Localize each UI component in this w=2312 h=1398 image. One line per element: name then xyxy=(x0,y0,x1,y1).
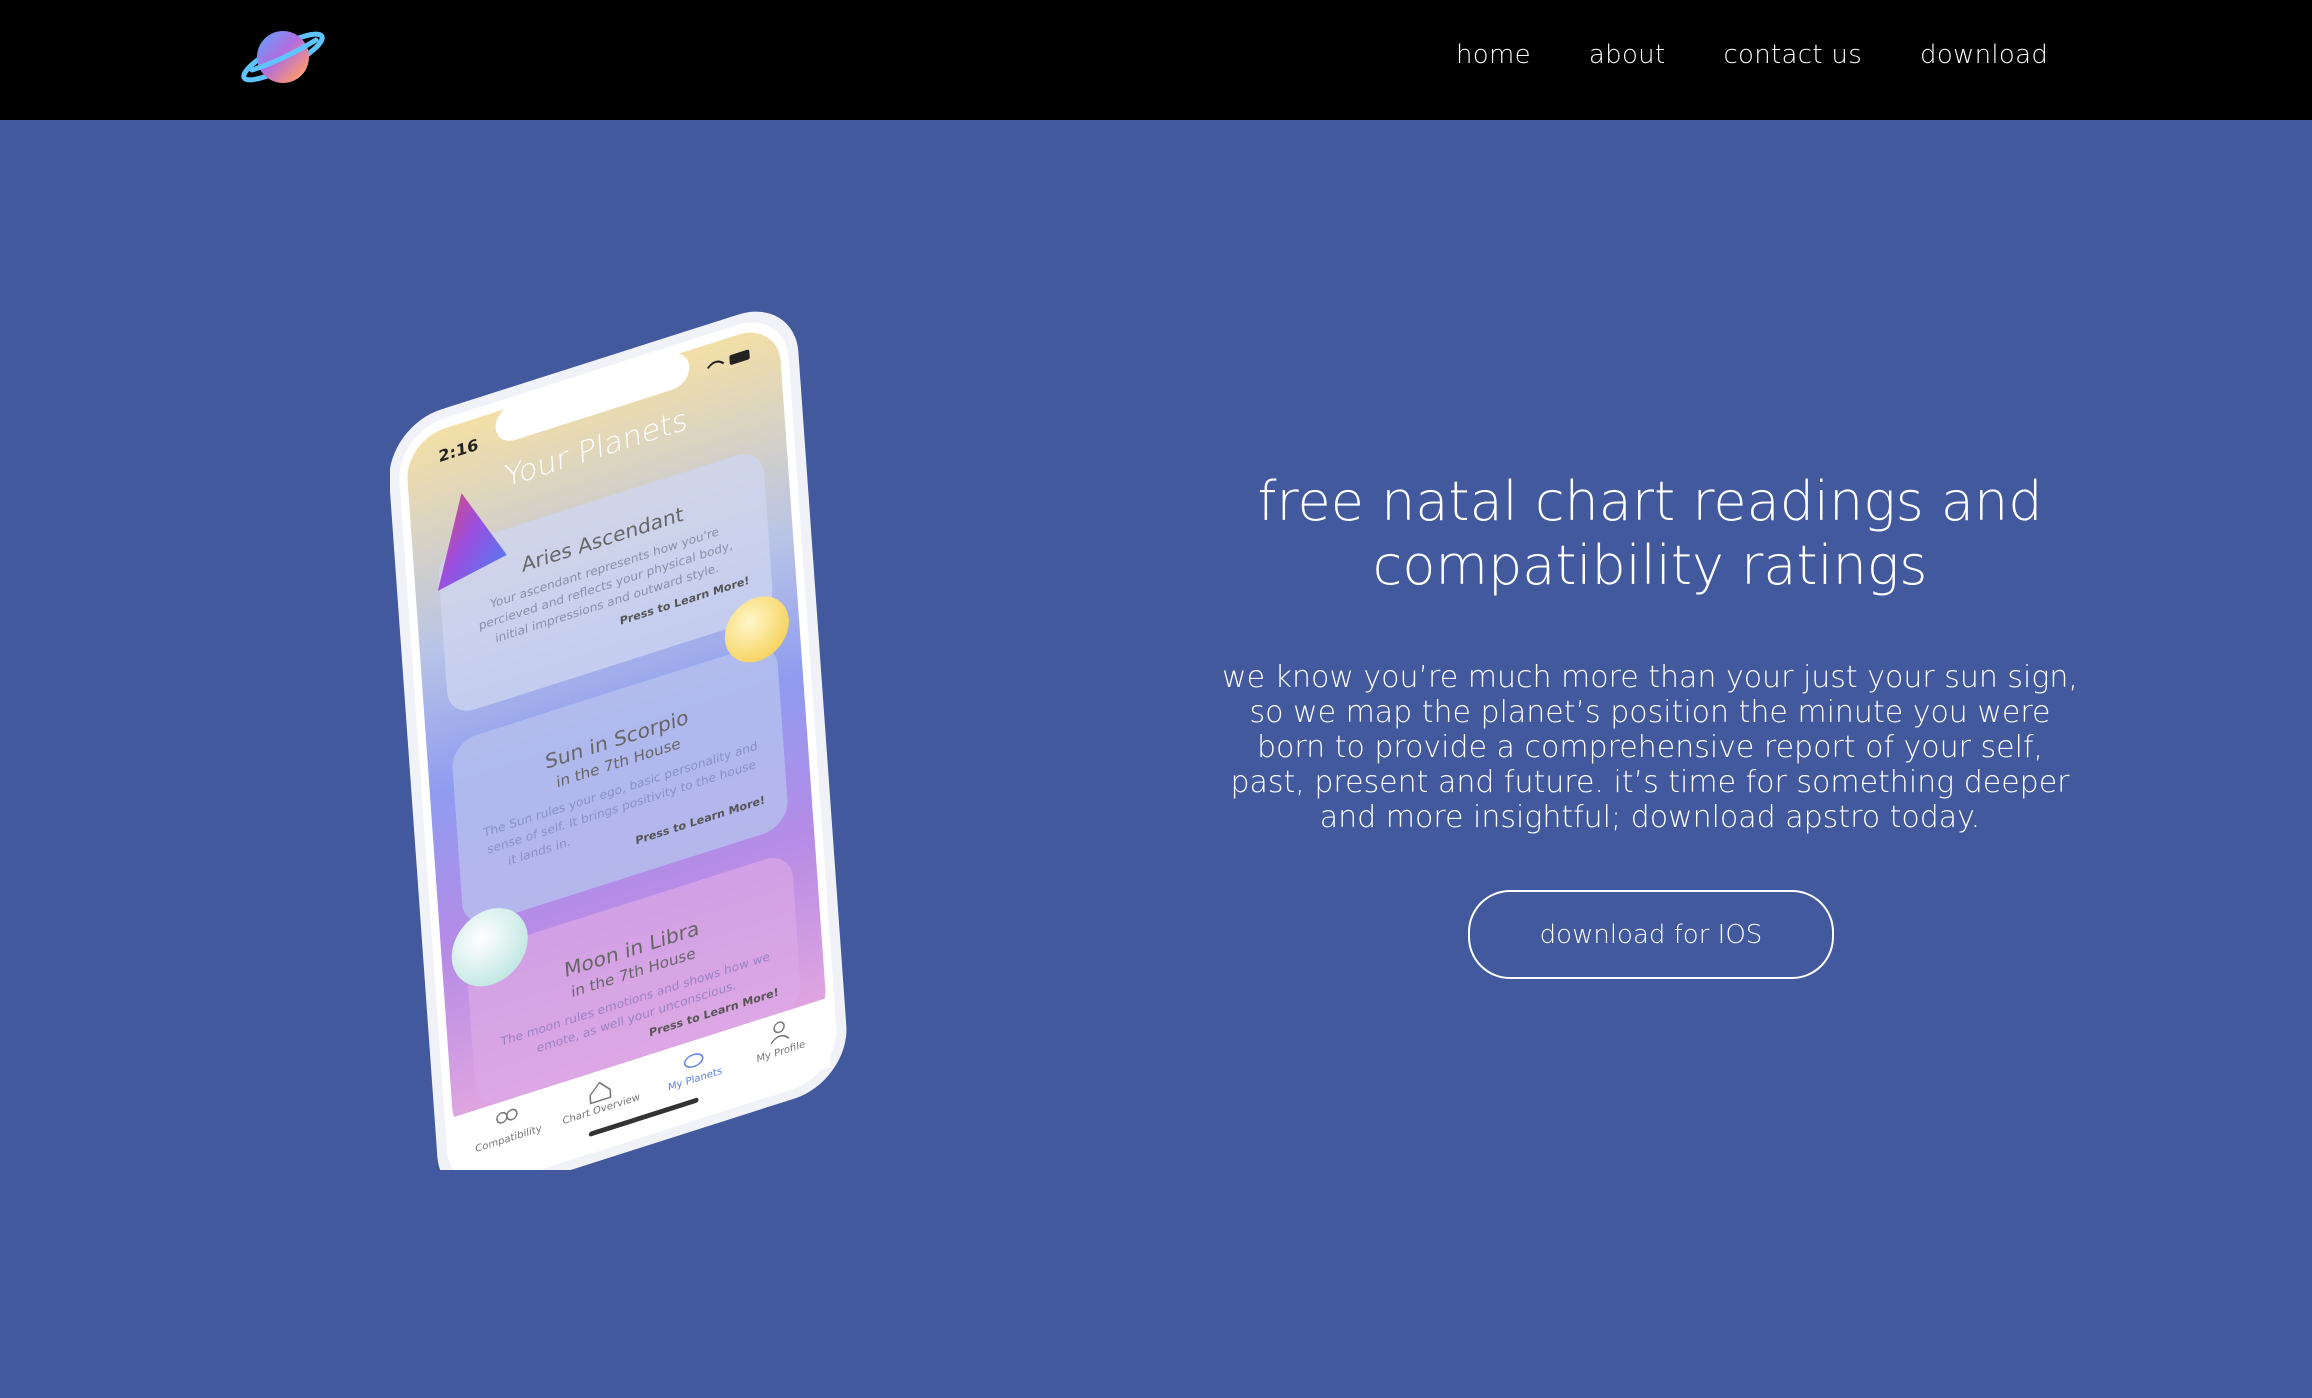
nav-link-about[interactable]: about xyxy=(1589,40,1666,70)
top-navbar: home about contact us download xyxy=(0,0,2312,120)
phone-illustration: 2:16 Your Planets Aries Ascendant Your a… xyxy=(389,311,847,1197)
nav-menu: home about contact us download xyxy=(1456,40,2048,70)
nav-link-home[interactable]: home xyxy=(1456,40,1531,70)
hero-title-line2: compatibility ratings xyxy=(1372,534,1928,597)
hero-title-line1: free natal chart readings and xyxy=(1257,470,2043,533)
nav-link-download[interactable]: download xyxy=(1920,40,2048,70)
planet-ring-icon xyxy=(241,31,325,83)
download-ios-button[interactable]: download for IOS xyxy=(1468,890,1834,979)
logo[interactable] xyxy=(238,22,328,92)
nav-link-contact[interactable]: contact us xyxy=(1723,40,1862,70)
phone-mockup: 2:16 Your Planets Aries Ascendant Your a… xyxy=(389,290,870,1197)
hero-description: we know you’re much more than your just … xyxy=(1222,660,2078,835)
hero-title: free natal chart readings and compatibil… xyxy=(1150,470,2150,598)
